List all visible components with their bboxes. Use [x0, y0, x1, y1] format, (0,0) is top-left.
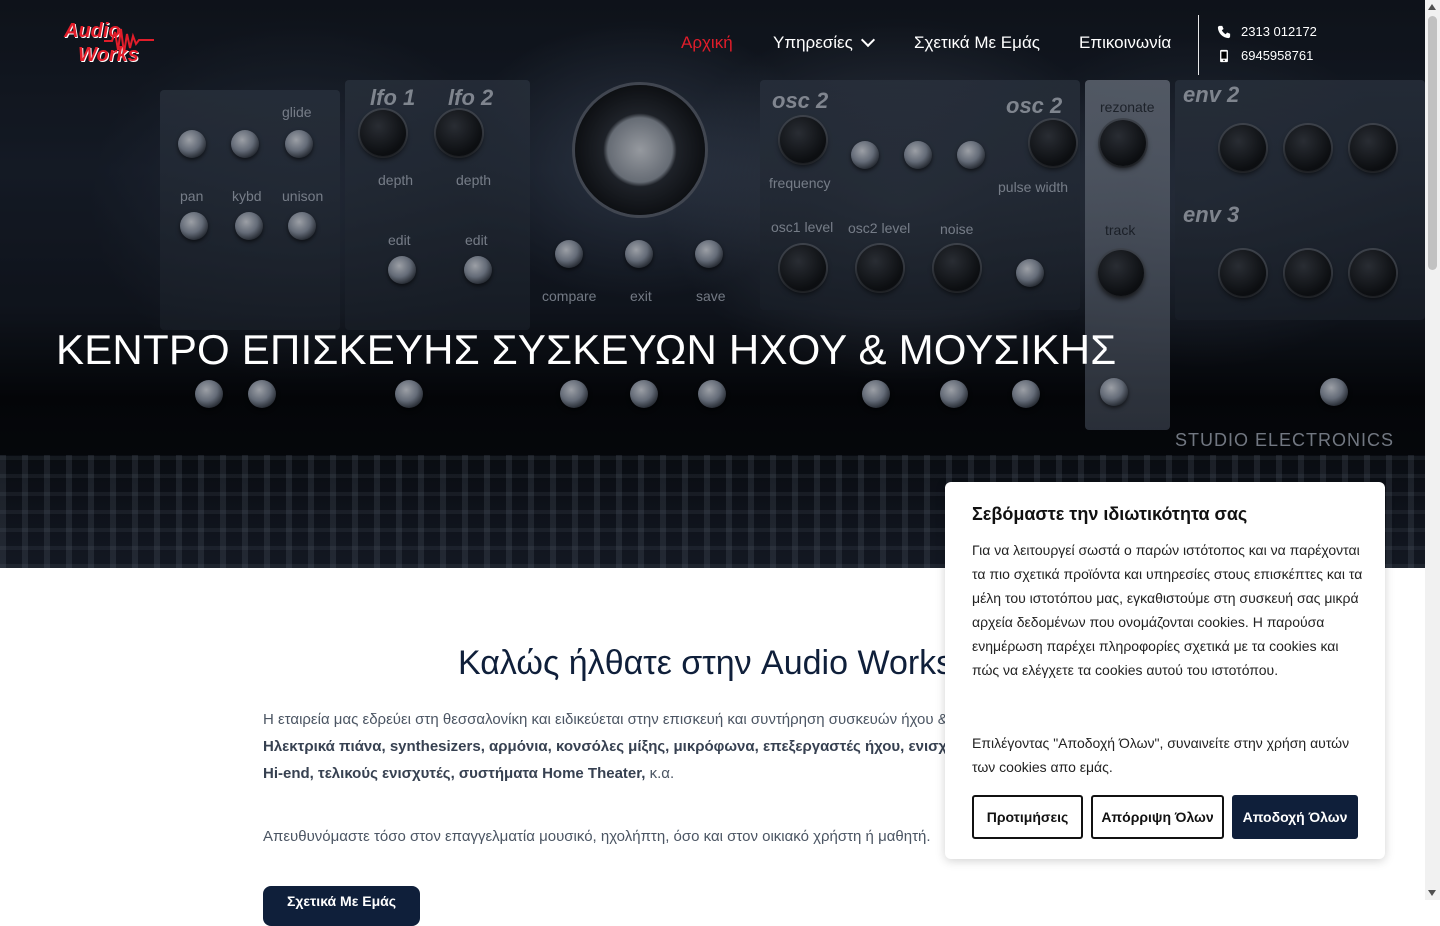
waveform-icon [104, 28, 154, 54]
intro-bold-text: Ηλεκτρικά πιάνα, synthesizers, αρμόνια, … [263, 738, 1051, 755]
about-us-button[interactable]: Σχετικά Με Εμάς [263, 886, 420, 926]
phone-link[interactable]: 2313 012172 [1217, 24, 1317, 39]
welcome-title: Καλώς ήλθατε στην Audio Works [458, 644, 954, 682]
nav-item-about[interactable]: Σχετικά Με Εμάς [914, 33, 1040, 53]
phone-number: 2313 012172 [1241, 24, 1317, 39]
logo[interactable]: Audio Works [64, 20, 154, 70]
mobile-number: 6945958761 [1241, 48, 1314, 63]
scroll-up-icon[interactable] [1428, 4, 1436, 10]
chevron-down-icon [860, 32, 875, 48]
intro-tail: κ.α. [645, 765, 675, 782]
cookie-consent-dialog: Σεβόμαστε την ιδιωτικότητα σας Για να λε… [945, 482, 1385, 859]
scroll-down-icon[interactable] [1428, 890, 1436, 896]
nav-item-services[interactable]: Υπηρεσίες [773, 32, 875, 53]
cookie-reject-all-button[interactable]: Απόρριψη Όλων [1091, 795, 1224, 839]
cookie-accept-all-button[interactable]: Αποδοχή Όλων [1232, 795, 1358, 839]
intro-text: Η εταιρεία μας εδρεύει στη θεσσαλονίκη κ… [263, 711, 1017, 728]
cookie-consent-note: Επιλέγοντας "Αποδοχή Όλων", συναινείτε σ… [972, 735, 1350, 775]
header-divider [1198, 15, 1199, 75]
mobile-link[interactable]: 6945958761 [1217, 48, 1313, 63]
hero-title: ΚΕΝΤΡΟ ΕΠΙΣΚΕΥΗΣ ΣΥΣΚΕΥΩΝ ΗΧΟΥ & ΜΟΥΣΙΚΗ… [56, 326, 1117, 373]
phone-icon [1217, 25, 1231, 38]
page-scrollbar[interactable] [1425, 0, 1440, 900]
cookie-description: Για να λειτουργεί σωστά ο παρών ιστότοπο… [972, 542, 1363, 678]
nav-item-home[interactable]: Αρχική [681, 33, 733, 53]
cookie-title: Σεβόμαστε την ιδιωτικότητα σας [972, 504, 1248, 524]
intro-bold-text: Hi-end, τελικούς ενισχυτές, συστήματα Ho… [263, 765, 646, 782]
mobile-icon [1220, 49, 1228, 62]
scrollbar-thumb[interactable] [1428, 16, 1437, 270]
cookie-preferences-button[interactable]: Προτιμήσεις [972, 795, 1083, 839]
nav-item-label: Υπηρεσίες [773, 33, 853, 52]
nav-item-contact[interactable]: Επικοινωνία [1079, 33, 1171, 53]
